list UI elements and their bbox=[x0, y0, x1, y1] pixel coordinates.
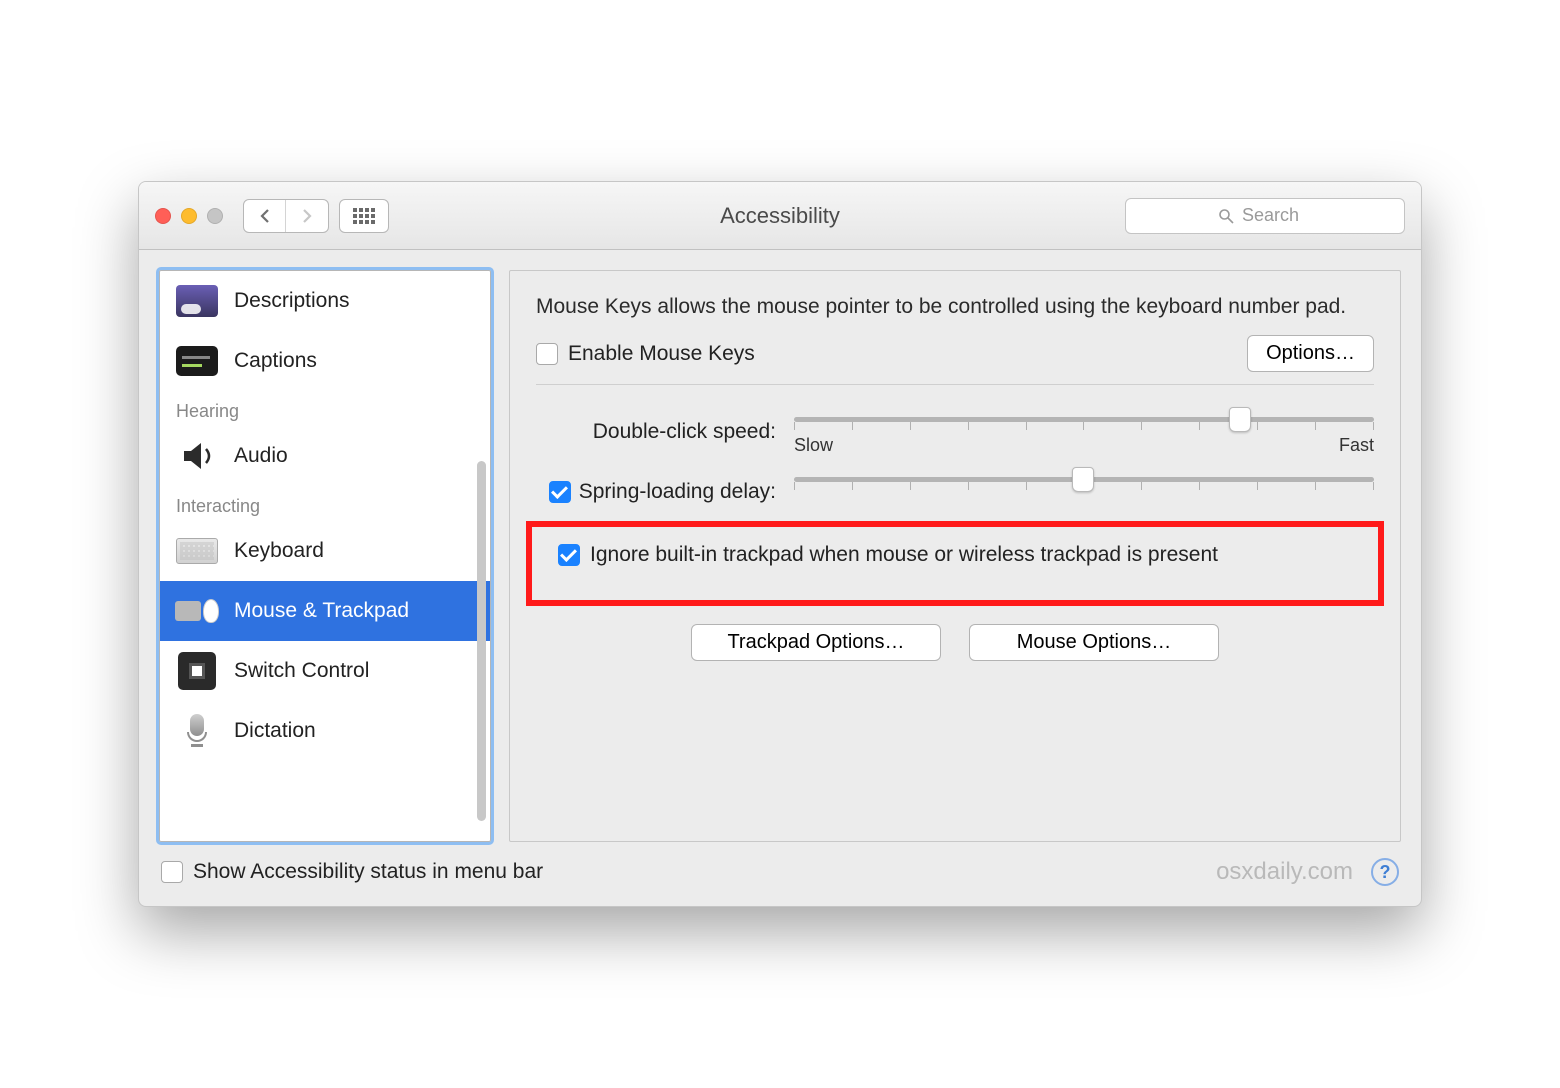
footer: Show Accessibility status in menu bar os… bbox=[139, 850, 1421, 906]
double-click-speed-slider[interactable]: Slow Fast bbox=[794, 407, 1374, 457]
nav-back-forward bbox=[243, 199, 329, 233]
descriptions-icon bbox=[176, 282, 218, 320]
trackpad-options-button[interactable]: Trackpad Options… bbox=[691, 624, 941, 661]
sidebar-item-label: Mouse & Trackpad bbox=[234, 599, 409, 623]
sidebar-item-switch-control[interactable]: Switch Control bbox=[160, 641, 490, 701]
traffic-lights bbox=[155, 208, 223, 224]
sidebar-section-interacting: Interacting bbox=[160, 486, 490, 521]
category-sidebar[interactable]: Descriptions Captions Hearing Audio Inte… bbox=[159, 270, 491, 842]
show-status-label: Show Accessibility status in menu bar bbox=[193, 860, 543, 884]
mouse-keys-options-button[interactable]: Options… bbox=[1247, 335, 1374, 372]
forward-button[interactable] bbox=[286, 200, 328, 232]
sidebar-item-label: Descriptions bbox=[234, 289, 350, 313]
options-buttons-row: Trackpad Options… Mouse Options… bbox=[536, 624, 1374, 661]
close-window-button[interactable] bbox=[155, 208, 171, 224]
minimize-window-button[interactable] bbox=[181, 208, 197, 224]
zoom-window-button[interactable] bbox=[207, 208, 223, 224]
mouse-trackpad-icon bbox=[176, 592, 218, 630]
ignore-trackpad-highlight: Ignore built-in trackpad when mouse or w… bbox=[526, 521, 1384, 605]
window-body: Descriptions Captions Hearing Audio Inte… bbox=[139, 250, 1421, 850]
show-all-button[interactable] bbox=[339, 199, 389, 233]
sidebar-section-hearing: Hearing bbox=[160, 391, 490, 426]
search-input[interactable] bbox=[1242, 205, 1312, 226]
captions-icon bbox=[176, 342, 218, 380]
enable-mouse-keys-checkbox[interactable] bbox=[536, 343, 558, 365]
keyboard-icon bbox=[176, 532, 218, 570]
ignore-trackpad-label: Ignore built-in trackpad when mouse or w… bbox=[590, 541, 1218, 569]
enable-mouse-keys-row: Enable Mouse Keys Options… bbox=[536, 335, 1374, 372]
search-field[interactable] bbox=[1125, 198, 1405, 234]
sidebar-item-descriptions[interactable]: Descriptions bbox=[160, 271, 490, 331]
sidebar-item-label: Audio bbox=[234, 444, 288, 468]
sidebar-scrollbar[interactable] bbox=[477, 461, 486, 821]
double-click-speed-label: Double-click speed: bbox=[536, 420, 776, 444]
spring-loading-delay-slider[interactable] bbox=[794, 467, 1374, 517]
titlebar: Accessibility bbox=[139, 182, 1421, 250]
ignore-trackpad-checkbox[interactable] bbox=[558, 544, 580, 566]
dictation-icon bbox=[176, 712, 218, 750]
audio-icon bbox=[176, 437, 218, 475]
search-icon bbox=[1218, 208, 1234, 224]
double-click-speed-row: Double-click speed: Slow Fast bbox=[536, 407, 1374, 457]
sidebar-container: Descriptions Captions Hearing Audio Inte… bbox=[159, 270, 491, 842]
sidebar-item-dictation[interactable]: Dictation bbox=[160, 701, 490, 761]
mouse-options-button[interactable]: Mouse Options… bbox=[969, 624, 1219, 661]
show-status-checkbox[interactable] bbox=[161, 861, 183, 883]
sidebar-item-mouse-trackpad[interactable]: Mouse & Trackpad bbox=[160, 581, 490, 641]
spring-loading-checkbox[interactable] bbox=[549, 481, 571, 503]
slider-max-label: Fast bbox=[1339, 435, 1374, 456]
sidebar-item-audio[interactable]: Audio bbox=[160, 426, 490, 486]
watermark-text: osxdaily.com bbox=[1216, 858, 1353, 886]
preferences-window: Accessibility Descriptions Captions Hear… bbox=[138, 181, 1422, 907]
switch-control-icon bbox=[176, 652, 218, 690]
sidebar-item-label: Captions bbox=[234, 349, 317, 373]
sidebar-item-label: Keyboard bbox=[234, 539, 324, 563]
mouse-keys-description: Mouse Keys allows the mouse pointer to b… bbox=[536, 293, 1374, 321]
slider-min-label: Slow bbox=[794, 435, 833, 456]
sidebar-item-label: Switch Control bbox=[234, 659, 369, 683]
sidebar-item-captions[interactable]: Captions bbox=[160, 331, 490, 391]
enable-mouse-keys-label: Enable Mouse Keys bbox=[568, 342, 755, 366]
help-button[interactable]: ? bbox=[1371, 858, 1399, 886]
spring-loading-delay-row: Spring-loading delay: bbox=[536, 467, 1374, 517]
spring-loading-label: Spring-loading delay: bbox=[579, 480, 776, 504]
settings-panel: Mouse Keys allows the mouse pointer to b… bbox=[509, 270, 1401, 842]
back-button[interactable] bbox=[244, 200, 286, 232]
sidebar-item-label: Dictation bbox=[234, 719, 316, 743]
ignore-trackpad-row: Ignore built-in trackpad when mouse or w… bbox=[542, 541, 1368, 569]
sidebar-item-keyboard[interactable]: Keyboard bbox=[160, 521, 490, 581]
divider bbox=[536, 384, 1374, 385]
